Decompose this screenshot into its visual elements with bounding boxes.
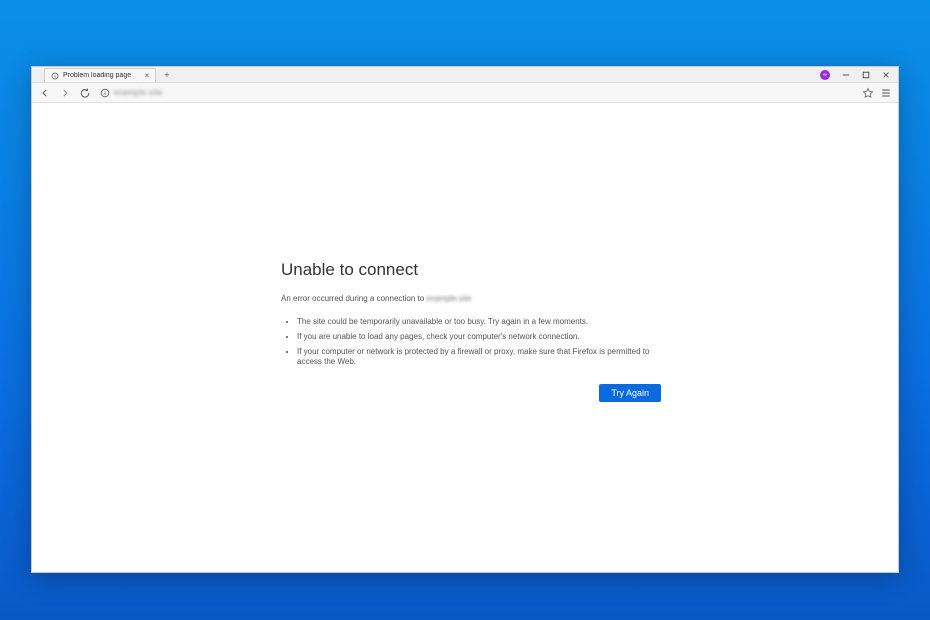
window-controls: ∞ [820, 67, 898, 82]
browser-window: Problem loading page × + ∞ [31, 66, 899, 573]
page-content: Unable to connect An error occurred duri… [32, 103, 898, 572]
profile-badge[interactable]: ∞ [820, 70, 830, 80]
forward-button[interactable] [58, 86, 72, 100]
browser-tab[interactable]: Problem loading page × [44, 68, 156, 82]
minimize-button[interactable] [836, 68, 856, 82]
tab-bar: Problem loading page × + ∞ [32, 67, 898, 83]
close-window-button[interactable] [876, 68, 896, 82]
address-bar[interactable]: example.site [98, 88, 856, 98]
error-reason-item: The site could be temporarily unavailabl… [297, 317, 661, 328]
new-tab-button[interactable]: + [160, 67, 174, 82]
error-panel: Unable to connect An error occurred duri… [281, 260, 661, 402]
error-subtitle: An error occurred during a connection to… [281, 294, 661, 303]
error-reason-list: The site could be temporarily unavailabl… [281, 317, 661, 368]
reload-button[interactable] [78, 86, 92, 100]
maximize-button[interactable] [856, 68, 876, 82]
desktop-wallpaper: Problem loading page × + ∞ [0, 0, 930, 620]
info-icon [51, 72, 59, 80]
try-again-button[interactable]: Try Again [599, 384, 661, 402]
error-subtitle-prefix: An error occurred during a connection to [281, 294, 426, 303]
tab-title: Problem loading page [63, 72, 139, 79]
back-button[interactable] [38, 86, 52, 100]
bookmark-star-icon[interactable] [862, 87, 874, 99]
error-title: Unable to connect [281, 260, 661, 280]
error-subtitle-host: example.site [426, 294, 471, 303]
close-tab-button[interactable]: × [143, 72, 151, 80]
error-reason-item: If your computer or network is protected… [297, 347, 661, 369]
address-text: example.site [114, 88, 163, 97]
toolbar: example.site [32, 83, 898, 103]
app-menu-button[interactable] [880, 87, 892, 99]
error-reason-item: If you are unable to load any pages, che… [297, 332, 661, 343]
site-info-icon[interactable] [100, 88, 110, 98]
